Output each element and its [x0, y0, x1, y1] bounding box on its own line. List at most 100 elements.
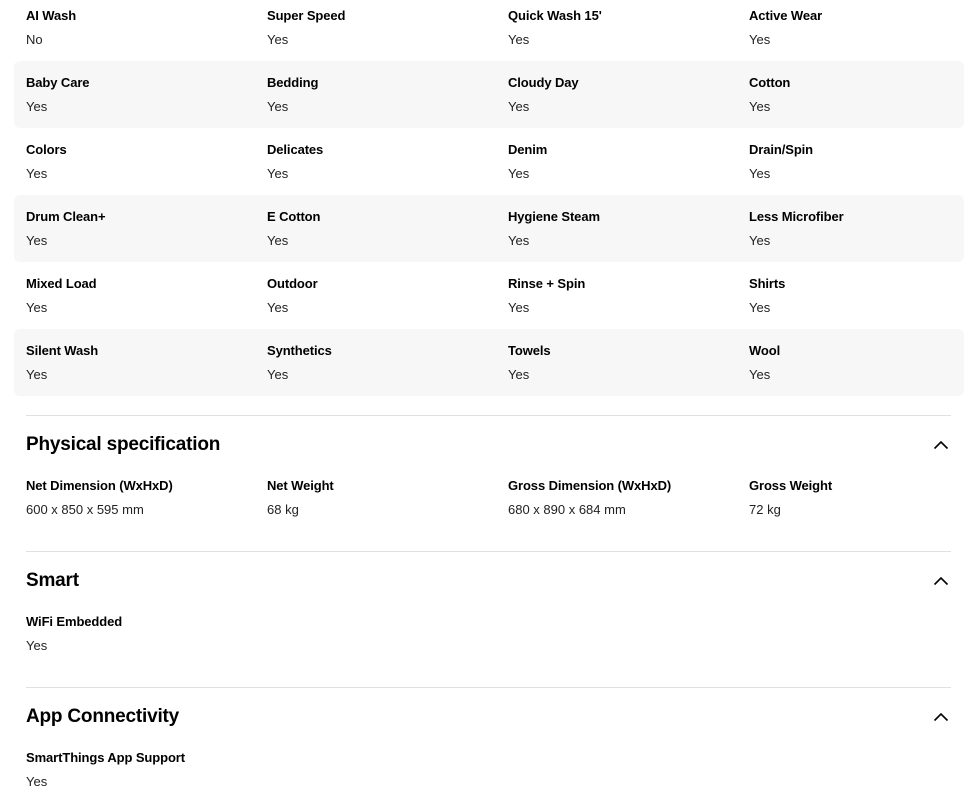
spec-value: 680 x 890 x 684 mm	[508, 502, 626, 517]
spec-label: Cloudy Day	[508, 75, 579, 90]
spec-item: WiFi Embedded Yes	[14, 614, 255, 654]
spec-label: Bedding	[267, 75, 319, 90]
spec-label: AI Wash	[26, 8, 77, 23]
spec-item: Outdoor Yes	[255, 262, 496, 329]
spec-label: E Cotton	[267, 209, 321, 224]
spec-item: Gross Weight 72 kg	[737, 478, 964, 518]
spec-value: Yes	[267, 367, 289, 382]
spec-value: Yes	[26, 638, 48, 653]
spec-item: Gross Dimension (WxHxD) 680 x 890 x 684 m…	[496, 478, 737, 518]
spec-value: Yes	[508, 367, 530, 382]
spec-value: Yes	[26, 774, 48, 789]
spec-item: Delicates Yes	[255, 128, 496, 195]
spec-label: Towels	[508, 343, 551, 358]
spec-label: Cotton	[749, 75, 791, 90]
physical-spec-row: Net Dimension (WxHxD) 600 x 850 x 595 mm …	[14, 478, 964, 518]
spec-item: Baby Care Yes	[14, 61, 255, 128]
spec-value: Yes	[508, 166, 530, 181]
spec-label: SmartThings App Support	[26, 750, 185, 765]
spec-value: Yes	[749, 367, 771, 382]
spec-value: Yes	[267, 233, 289, 248]
spec-item: Less Microfiber Yes	[737, 195, 964, 262]
spec-item: Silent Wash Yes	[14, 329, 255, 396]
spec-label: Silent Wash	[26, 343, 99, 358]
spec-label: Net Weight	[267, 478, 334, 493]
spec-label: Gross Dimension (WxHxD)	[508, 478, 672, 493]
spec-row: Baby Care Yes Bedding Yes Cloudy Day Yes Co…	[14, 61, 964, 128]
spec-item: Towels Yes	[496, 329, 737, 396]
spec-item: Drum Clean+ Yes	[14, 195, 255, 262]
spec-value: Yes	[508, 300, 530, 315]
section-title: Smart	[26, 570, 79, 591]
spec-label: Synthetics	[267, 343, 332, 358]
spec-item: E Cotton Yes	[255, 195, 496, 262]
section-divider	[26, 415, 951, 416]
spec-item: Cotton Yes	[737, 61, 964, 128]
spec-item: Active Wear Yes	[737, 0, 964, 61]
spec-label: Mixed Load	[26, 276, 97, 291]
spec-label: Less Microfiber	[749, 209, 844, 224]
spec-value: Yes	[26, 367, 48, 382]
spec-item: Mixed Load Yes	[14, 262, 255, 329]
spec-label: Quick Wash 15'	[508, 8, 602, 23]
app-connectivity-header[interactable]: App Connectivity	[26, 703, 951, 731]
spec-value: 600 x 850 x 595 mm	[26, 502, 144, 517]
spec-item: Hygiene Steam Yes	[496, 195, 737, 262]
spec-value: Yes	[267, 166, 289, 181]
spec-label: Wool	[749, 343, 781, 358]
spec-label: Hygiene Steam	[508, 209, 600, 224]
spec-label: Rinse + Spin	[508, 276, 586, 291]
spec-row: Colors Yes Delicates Yes Denim Yes Drain/Sp…	[14, 128, 964, 195]
spec-item: Quick Wash 15' Yes	[496, 0, 737, 61]
section-title: App Connectivity	[26, 706, 180, 727]
spec-value: Yes	[749, 32, 771, 47]
spec-value: Yes	[749, 233, 771, 248]
spec-row: Silent Wash Yes Synthetics Yes Towels Yes W…	[14, 329, 964, 396]
spec-item: SmartThings App Support Yes	[14, 750, 255, 790]
chevron-up-icon[interactable]	[931, 435, 951, 455]
smart-spec-row: WiFi Embedded Yes	[14, 614, 964, 654]
spec-row: Mixed Load Yes Outdoor Yes Rinse + Spin Yes…	[14, 262, 964, 329]
spec-value: 68 kg	[267, 502, 299, 517]
spec-item: Synthetics Yes	[255, 329, 496, 396]
spec-label: Net Dimension (WxHxD)	[26, 478, 173, 493]
spec-label: Outdoor	[267, 276, 318, 291]
spec-value: 72 kg	[749, 502, 781, 517]
spec-item: AI Wash No	[14, 0, 255, 61]
spec-item: Super Speed Yes	[255, 0, 496, 61]
chevron-up-icon[interactable]	[931, 707, 951, 727]
section-divider	[26, 687, 951, 688]
spec-item: Rinse + Spin Yes	[496, 262, 737, 329]
spec-label: Delicates	[267, 142, 324, 157]
spec-label: Shirts	[749, 276, 786, 291]
spec-value: Yes	[508, 233, 530, 248]
app-spec-row: SmartThings App Support Yes	[14, 750, 964, 790]
spec-item: Net Weight 68 kg	[255, 478, 496, 518]
spec-value: Yes	[26, 99, 48, 114]
spec-item: Denim Yes	[496, 128, 737, 195]
smart-header[interactable]: Smart	[26, 567, 951, 595]
chevron-up-icon[interactable]	[931, 571, 951, 591]
spec-row: AI Wash No Super Speed Yes Quick Wash 15' Y…	[14, 0, 964, 61]
spec-value: Yes	[26, 233, 48, 248]
spec-value: No	[26, 32, 43, 47]
spec-label: Super Speed	[267, 8, 346, 23]
spec-row: Drum Clean+ Yes E Cotton Yes Hygiene Steam…	[14, 195, 964, 262]
spec-label: Denim	[508, 142, 548, 157]
physical-spec-header[interactable]: Physical specification	[26, 431, 951, 459]
spec-label: Gross Weight	[749, 478, 833, 493]
spec-value: Yes	[267, 32, 289, 47]
spec-label: WiFi Embedded	[26, 614, 123, 629]
spec-label: Drum Clean+	[26, 209, 106, 224]
spec-value: Yes	[26, 300, 48, 315]
spec-value: Yes	[508, 99, 530, 114]
spec-item: Wool Yes	[737, 329, 964, 396]
spec-value: Yes	[267, 300, 289, 315]
spec-value: Yes	[26, 166, 48, 181]
spec-value: Yes	[749, 99, 771, 114]
spec-label: Active Wear	[749, 8, 823, 23]
spec-item: Drain/Spin Yes	[737, 128, 964, 195]
spec-label: Drain/Spin	[749, 142, 814, 157]
section-divider	[26, 551, 951, 552]
spec-label: Colors	[26, 142, 67, 157]
